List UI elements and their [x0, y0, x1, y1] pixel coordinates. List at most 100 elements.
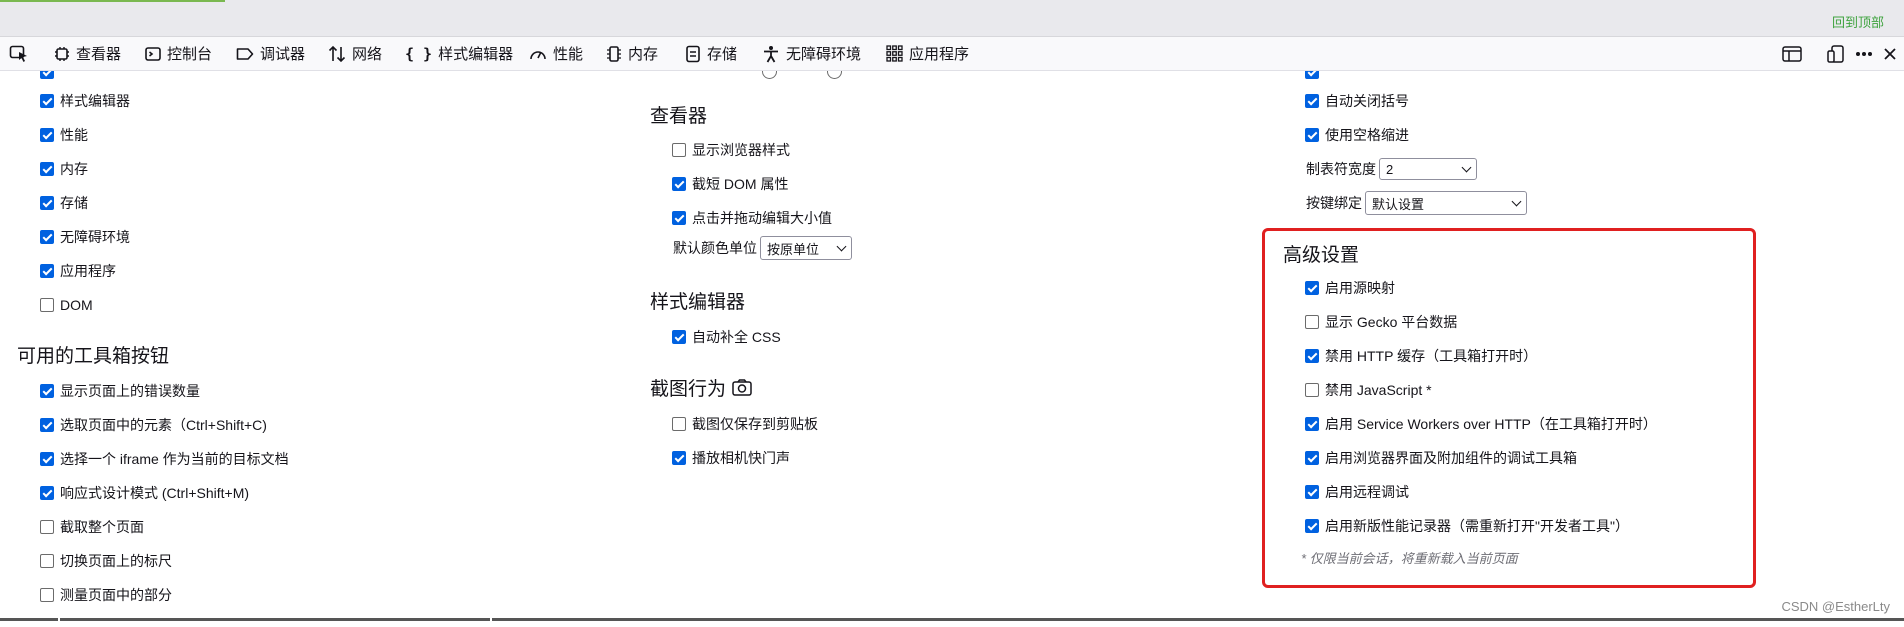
setting-responsive-mode[interactable]: 响应式设计模式 (Ctrl+Shift+M) — [40, 483, 249, 503]
setting-shutter-sound[interactable]: 播放相机快门声 — [672, 448, 790, 468]
checkbox[interactable] — [40, 418, 54, 432]
setting-rulers[interactable]: 切换页面上的标尺 — [40, 551, 172, 571]
window-top-strip: 回到顶部 — [0, 0, 1904, 37]
checkbox[interactable] — [40, 94, 54, 108]
checkbox[interactable] — [40, 162, 54, 176]
checkbox[interactable] — [672, 451, 686, 465]
responsive-mode-button[interactable] — [1827, 37, 1845, 70]
setting-drag-edit[interactable]: 点击并拖动编辑大小值 — [672, 208, 832, 228]
tab-inspector[interactable]: 查看器 — [54, 37, 121, 70]
checkbox[interactable] — [1305, 519, 1319, 533]
tab-performance[interactable]: 性能 — [529, 37, 583, 70]
divider-gap — [490, 618, 492, 621]
checkbox[interactable] — [40, 264, 54, 278]
setting-label: 选取页面中的元素（Ctrl+Shift+C) — [60, 417, 267, 433]
setting-label: 截取整个页面 — [60, 519, 144, 535]
toolbox-menu-button[interactable] — [1855, 37, 1873, 70]
responsive-design-icon — [1827, 44, 1844, 63]
tab-application[interactable]: 应用程序 — [886, 37, 969, 70]
radio-icon[interactable] — [762, 71, 777, 79]
setting-label: 默认颜色单位 — [673, 240, 757, 256]
setting-accessibility[interactable]: 无障碍环境 — [40, 227, 130, 247]
tab-debugger[interactable]: 调试器 — [236, 37, 305, 70]
setting-memory[interactable]: 内存 — [40, 159, 88, 179]
setting-truncate-dom[interactable]: 截短 DOM 属性 — [672, 174, 788, 194]
element-picker-icon — [9, 45, 27, 62]
checkbox[interactable] — [672, 330, 686, 344]
setting-pick-element[interactable]: 选取页面中的元素（Ctrl+Shift+C) — [40, 415, 267, 435]
tab-accessibility[interactable]: 无障碍环境 — [762, 37, 861, 70]
checkbox[interactable] — [40, 588, 54, 602]
tab-console[interactable]: 控制台 — [145, 37, 212, 70]
split-console-button[interactable] — [1782, 37, 1802, 70]
close-toolbox-button[interactable] — [1883, 37, 1897, 70]
chevron-down-icon — [1461, 162, 1472, 172]
setting-browser-toolbox[interactable]: 启用浏览器界面及附加组件的调试工具箱 — [1305, 448, 1577, 468]
setting-browser-styles[interactable]: 显示浏览器样式 — [672, 140, 790, 160]
setting-disable-http-cache[interactable]: 禁用 HTTP 缓存（工具箱打开时） — [1305, 346, 1537, 366]
setting-measure[interactable]: 测量页面中的部分 — [40, 585, 172, 605]
checkbox[interactable] — [1305, 349, 1319, 363]
back-to-top-link[interactable]: 回到顶部 — [1832, 12, 1884, 31]
tab-memory[interactable]: 内存 — [606, 37, 658, 70]
checkbox[interactable] — [1305, 71, 1319, 79]
setting-dom[interactable]: DOM — [40, 295, 93, 315]
setting-disable-javascript[interactable]: 禁用 JavaScript * — [1305, 380, 1432, 400]
camera-icon — [732, 379, 752, 396]
checkbox[interactable] — [1305, 417, 1319, 431]
checkbox[interactable] — [40, 486, 54, 500]
setting-screenshot-clipboard[interactable]: 截图仅保存到剪贴板 — [672, 414, 818, 434]
setting-storage[interactable]: 存储 — [40, 193, 88, 213]
checkbox[interactable] — [1305, 94, 1319, 108]
checkbox[interactable] — [1305, 485, 1319, 499]
setting-error-count[interactable]: 显示页面上的错误数量 — [40, 381, 200, 401]
setting-application[interactable]: 应用程序 — [40, 261, 116, 281]
checkbox[interactable] — [672, 211, 686, 225]
tab-label: 无障碍环境 — [786, 46, 862, 63]
checkbox[interactable] — [40, 452, 54, 466]
section-heading-toolbox-buttons: 可用的工具箱按钮 — [17, 346, 170, 367]
checkbox[interactable] — [1305, 383, 1319, 397]
checkbox[interactable] — [40, 520, 54, 534]
checkbox[interactable] — [40, 298, 54, 312]
element-picker-button[interactable] — [9, 37, 29, 70]
tab-storage[interactable]: 存储 — [685, 37, 737, 70]
checkbox[interactable] — [672, 143, 686, 157]
radio-icon[interactable] — [827, 71, 842, 79]
checkbox[interactable] — [40, 128, 54, 142]
setting-performance[interactable]: 性能 — [40, 125, 88, 145]
inspector-icon — [55, 46, 69, 61]
setting-style-editor[interactable]: 样式编辑器 — [40, 91, 130, 111]
color-unit-select[interactable]: 按原单位 — [760, 236, 852, 260]
setting-label: 使用空格缩进 — [1325, 127, 1409, 143]
checkbox[interactable] — [1305, 315, 1319, 329]
keybinding-select[interactable]: 默认设置 — [1365, 191, 1527, 215]
tab-network[interactable]: 网络 — [328, 37, 382, 70]
tab-label: 性能 — [553, 46, 584, 63]
checkbox[interactable] — [1305, 451, 1319, 465]
setting-new-profiler[interactable]: 启用新版性能记录器（需重新打开"开发者工具"） — [1305, 516, 1629, 536]
setting-iframe-select[interactable]: 选择一个 iframe 作为当前的目标文档 — [40, 449, 289, 469]
setting-full-screenshot[interactable]: 截取整个页面 — [40, 517, 144, 537]
tab-width-select[interactable]: 2 — [1379, 158, 1477, 180]
checkbox[interactable] — [1305, 281, 1319, 295]
checkbox[interactable] — [40, 196, 54, 210]
checkbox[interactable] — [1305, 128, 1319, 142]
setting-gecko-data[interactable]: 显示 Gecko 平台数据 — [1305, 312, 1457, 332]
checkbox[interactable] — [672, 177, 686, 191]
checkbox[interactable] — [40, 71, 54, 79]
setting-space-indent[interactable]: 使用空格缩进 — [1305, 125, 1409, 145]
more-options-icon — [1856, 51, 1872, 56]
section-heading-style-editor: 样式编辑器 — [650, 292, 746, 313]
setting-remote-debugging[interactable]: 启用远程调试 — [1305, 482, 1409, 502]
checkbox[interactable] — [40, 554, 54, 568]
setting-auto-close-brackets[interactable]: 自动关闭括号 — [1305, 91, 1409, 111]
checkbox[interactable] — [40, 384, 54, 398]
setting-source-maps[interactable]: 启用源映射 — [1305, 278, 1395, 298]
checkbox[interactable] — [672, 417, 686, 431]
setting-label: 自动关闭括号 — [1325, 93, 1409, 109]
tab-style-editor[interactable]: { } 样式编辑器 — [405, 37, 513, 70]
setting-service-workers[interactable]: 启用 Service Workers over HTTP（在工具箱打开时） — [1305, 414, 1657, 434]
checkbox[interactable] — [40, 230, 54, 244]
setting-autocomplete-css[interactable]: 自动补全 CSS — [672, 327, 781, 347]
